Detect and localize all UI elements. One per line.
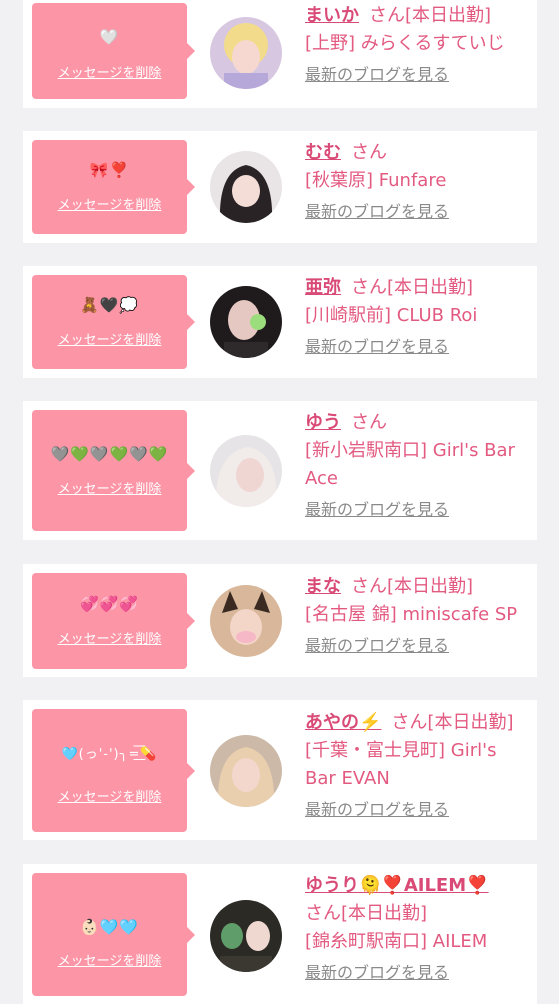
cast-name-link[interactable]: あやの⚡️ [305, 712, 381, 733]
cast-name-link[interactable]: まな [305, 576, 341, 597]
cast-info: ゆう さん [新小岩駅南口] Girl's Bar Ace 最新のブログを見る [305, 409, 525, 521]
delete-message-link[interactable]: メッセージを削除 [32, 333, 187, 349]
cast-name-link[interactable]: まいか [305, 5, 359, 26]
favorite-card: 🩶💚🩶💚🩶💚 メッセージを削除 ゆう さん [新小岩駅南口] Girl's Bar… [23, 401, 537, 540]
shop-name[interactable]: [秋葉原] Funfare [305, 167, 525, 195]
avatar[interactable] [210, 286, 282, 358]
latest-blog-link[interactable]: 最新のブログを見る [305, 201, 525, 223]
shop-name[interactable]: [千葉・富士見町] Girl's Bar EVAN [305, 737, 525, 793]
avatar[interactable] [210, 735, 282, 807]
favorite-card: 💞💞💞 メッセージを削除 まな さん[本日出勤] [名古屋 錦] miniscaf… [23, 564, 537, 677]
cast-status: さん [351, 412, 387, 433]
shop-name[interactable]: [上野] みらくるすていじ [305, 30, 525, 58]
message-text: 🤍 [99, 28, 120, 46]
cast-status: さん[本日出勤] [369, 5, 492, 26]
favorite-card: 🎀❣️ メッセージを削除 むむ さん [秋葉原] Funfare 最新のブログを見… [23, 131, 537, 243]
message-text: 🧸🖤💭 [79, 296, 140, 314]
avatar[interactable] [210, 17, 282, 89]
favorite-card: 🩵(っ'-')╮=͟͟͞͞💊 メッセージを削除 あやの⚡️ さん[本日出勤] [千… [23, 700, 537, 840]
delete-message-link[interactable]: メッセージを削除 [32, 632, 187, 648]
cast-status: さん[本日出勤] [351, 277, 474, 298]
shop-name[interactable]: [錦糸町駅南口] AILEM [305, 928, 525, 956]
avatar[interactable] [210, 585, 282, 657]
avatar[interactable] [210, 435, 282, 507]
shop-name[interactable]: [川崎駅前] CLUB Roi [305, 302, 525, 330]
cast-name-link[interactable]: ゆうり🫠❣️AILEM❣️ [305, 875, 489, 896]
message-bubble: 🤍 メッセージを削除 [32, 3, 195, 99]
avatar[interactable] [210, 900, 282, 972]
delete-message-link[interactable]: メッセージを削除 [32, 66, 187, 82]
cast-info: ゆうり🫠❣️AILEM❣️ さん[本日出勤] [錦糸町駅南口] AILEM 最新… [305, 872, 525, 984]
cast-name-link[interactable]: ゆう [305, 412, 341, 433]
message-bubble: 👶🏻🩵🩵 メッセージを削除 [32, 873, 195, 996]
favorite-card: 🧸🖤💭 メッセージを削除 亜弥 さん[本日出勤] [川崎駅前] CLUB Roi … [23, 266, 537, 378]
cast-info: まな さん[本日出勤] [名古屋 錦] miniscafe SP 最新のブログを見… [305, 573, 525, 657]
favorite-card: 👶🏻🩵🩵 メッセージを削除 ゆうり🫠❣️AILEM❣️ さん[本日出勤] [錦糸… [23, 864, 537, 1004]
favorite-card: 🤍 メッセージを削除 まいか さん[本日出勤] [上野] みらくるすていじ 最新の… [23, 0, 537, 108]
message-bubble: 🩶💚🩶💚🩶💚 メッセージを削除 [32, 410, 195, 531]
latest-blog-link[interactable]: 最新のブログを見る [305, 962, 525, 984]
shop-name[interactable]: [新小岩駅南口] Girl's Bar Ace [305, 437, 525, 493]
message-text: 👶🏻🩵🩵 [79, 918, 140, 936]
delete-message-link[interactable]: メッセージを削除 [32, 198, 187, 214]
cast-info: むむ さん [秋葉原] Funfare 最新のブログを見る [305, 139, 525, 223]
latest-blog-link[interactable]: 最新のブログを見る [305, 499, 525, 521]
message-text: 🩶💚🩶💚🩶💚 [50, 445, 169, 463]
delete-message-link[interactable]: メッセージを削除 [32, 482, 187, 498]
latest-blog-link[interactable]: 最新のブログを見る [305, 64, 525, 86]
latest-blog-link[interactable]: 最新のブログを見る [305, 635, 525, 657]
message-bubble: 🎀❣️ メッセージを削除 [32, 140, 195, 234]
cast-status: さん[本日出勤] [391, 712, 514, 733]
latest-blog-link[interactable]: 最新のブログを見る [305, 799, 525, 821]
cast-name-link[interactable]: むむ [305, 142, 341, 163]
delete-message-link[interactable]: メッセージを削除 [32, 954, 187, 970]
message-bubble: 🧸🖤💭 メッセージを削除 [32, 275, 195, 369]
message-bubble: 🩵(っ'-')╮=͟͟͞͞💊 メッセージを削除 [32, 709, 195, 832]
cast-status: さん[本日出勤] [351, 576, 474, 597]
delete-message-link[interactable]: メッセージを削除 [32, 790, 187, 806]
cast-info: まいか さん[本日出勤] [上野] みらくるすていじ 最新のブログを見る [305, 2, 525, 86]
avatar[interactable] [210, 151, 282, 223]
cast-status: さん [351, 142, 387, 163]
shop-name[interactable]: [名古屋 錦] miniscafe SP [305, 601, 525, 629]
cast-name-link[interactable]: 亜弥 [305, 277, 341, 298]
message-text: 🩵(っ'-')╮=͟͟͞͞💊 [61, 747, 158, 762]
latest-blog-link[interactable]: 最新のブログを見る [305, 336, 525, 358]
message-text: 🎀❣️ [89, 161, 130, 179]
cast-info: あやの⚡️ さん[本日出勤] [千葉・富士見町] Girl's Bar EVAN … [305, 709, 525, 821]
cast-info: 亜弥 さん[本日出勤] [川崎駅前] CLUB Roi 最新のブログを見る [305, 274, 525, 358]
message-text: 💞💞💞 [79, 595, 140, 613]
cast-status: さん[本日出勤] [305, 903, 428, 924]
message-bubble: 💞💞💞 メッセージを削除 [32, 573, 195, 669]
